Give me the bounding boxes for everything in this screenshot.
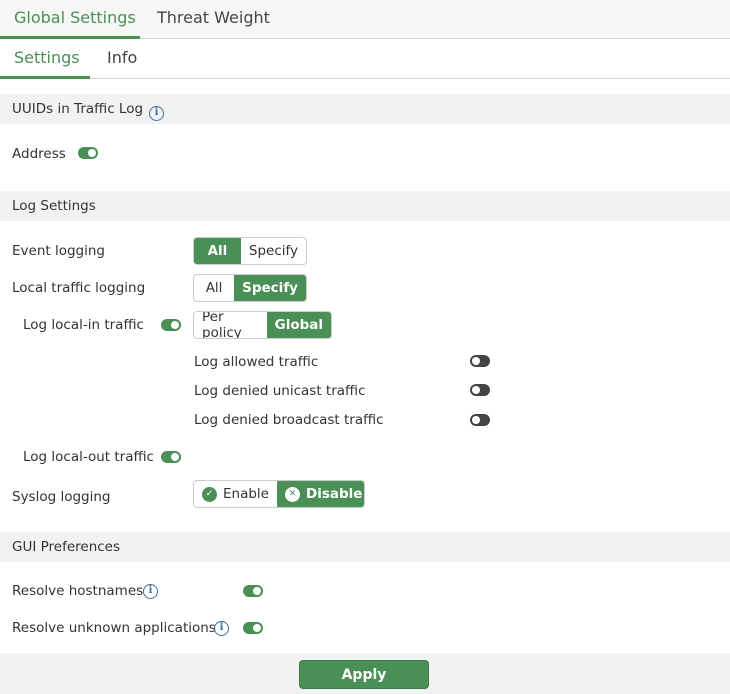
address-toggle[interactable] xyxy=(78,147,98,159)
log-local-out-toggle[interactable] xyxy=(161,451,181,463)
log-local-out-label: Log local-out traffic xyxy=(23,449,154,465)
event-logging-all[interactable]: All xyxy=(194,238,241,264)
log-local-in-toggle[interactable] xyxy=(161,319,181,331)
syslog-enable-label: Enable xyxy=(223,486,269,502)
local-traffic-logging-label: Local traffic logging xyxy=(12,280,146,296)
local-in-mode-group: Per policy Global xyxy=(193,311,332,339)
resolve-hostnames-toggle[interactable] xyxy=(243,585,263,597)
local-traffic-specify[interactable]: Specify xyxy=(234,275,306,301)
local-traffic-toggle-group: All Specify xyxy=(193,274,307,302)
x-circle-icon: ✕ xyxy=(284,486,300,502)
log-denied-unicast-toggle[interactable] xyxy=(470,384,490,396)
log-denied-unicast-label: Log denied unicast traffic xyxy=(194,383,366,399)
log-denied-broadcast-toggle[interactable] xyxy=(470,414,490,426)
section-uuids: UUIDs in Traffic Log i xyxy=(0,94,730,124)
sub-tab-bar: Settings Info xyxy=(0,39,730,79)
event-logging-specify[interactable]: Specify xyxy=(241,238,306,264)
info-icon[interactable]: i xyxy=(214,621,229,636)
top-tab-bar: Global Settings Threat Weight xyxy=(0,0,730,39)
resolve-apps-label: Resolve unknown applications xyxy=(12,620,216,636)
event-logging-toggle-group: All Specify xyxy=(193,237,307,265)
section-title: UUIDs in Traffic Log xyxy=(12,101,144,117)
local-in-global[interactable]: Global xyxy=(266,312,331,338)
syslog-disable[interactable]: ✕ Disable xyxy=(276,481,364,507)
address-label: Address xyxy=(12,146,66,162)
check-circle-icon: ✓ xyxy=(202,486,217,502)
tab-info[interactable]: Info xyxy=(107,39,137,79)
apply-button[interactable]: Apply xyxy=(299,660,429,689)
syslog-logging-label: Syslog logging xyxy=(12,489,111,505)
tab-global-settings[interactable]: Global Settings xyxy=(0,0,140,39)
resolve-hostnames-label: Resolve hostnames xyxy=(12,583,144,599)
syslog-enable[interactable]: ✓ Enable xyxy=(194,481,277,507)
local-in-per-policy[interactable]: Per policy xyxy=(194,312,267,338)
log-allowed-toggle[interactable] xyxy=(470,355,490,367)
syslog-disable-label: Disable xyxy=(305,486,363,502)
resolve-apps-toggle[interactable] xyxy=(243,622,263,634)
info-icon[interactable]: i xyxy=(143,584,158,599)
log-denied-broadcast-label: Log denied broadcast traffic xyxy=(194,412,384,428)
log-local-in-label: Log local-in traffic xyxy=(23,317,144,333)
info-icon[interactable]: i xyxy=(149,106,165,121)
syslog-toggle-group: ✓ Enable ✕ Disable xyxy=(193,480,365,508)
section-log-settings: Log Settings xyxy=(0,191,730,221)
local-traffic-all[interactable]: All xyxy=(194,275,234,301)
tab-settings[interactable]: Settings xyxy=(0,39,90,79)
event-logging-label: Event logging xyxy=(12,243,105,259)
section-gui-preferences: GUI Preferences xyxy=(0,532,730,562)
log-allowed-label: Log allowed traffic xyxy=(194,354,319,370)
tab-threat-weight[interactable]: Threat Weight xyxy=(157,0,270,39)
